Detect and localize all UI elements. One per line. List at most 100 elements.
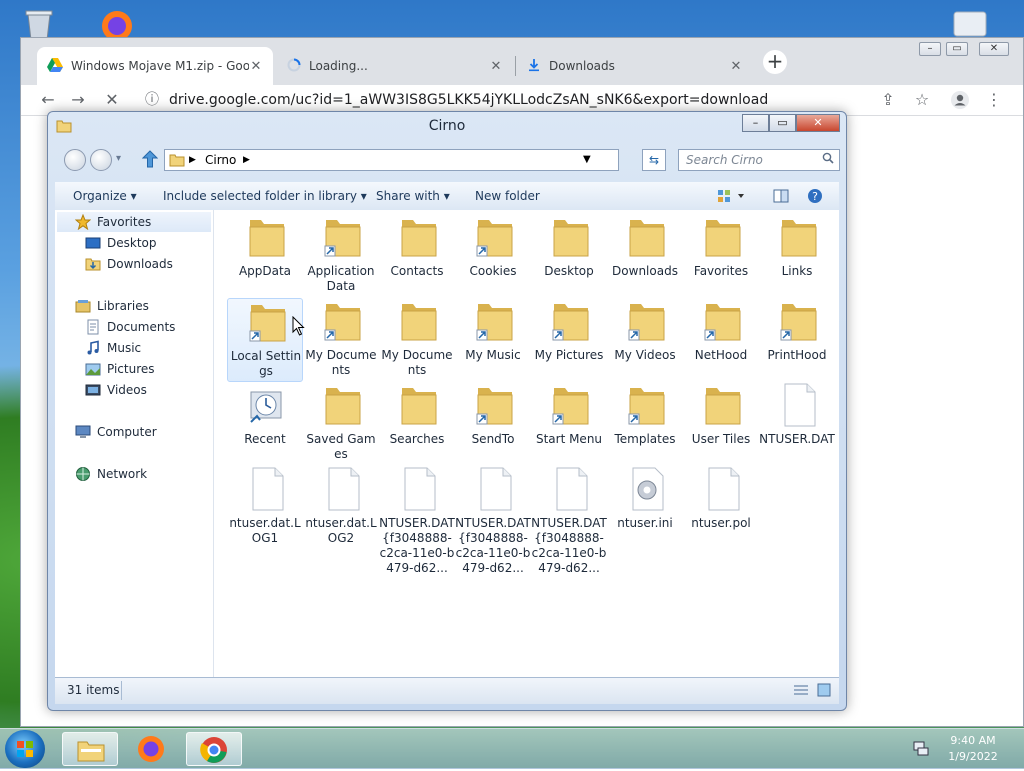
nav-label: Documents [107,320,176,334]
taskbar-firefox-button[interactable] [124,732,180,766]
file-item-label: Cookies [469,264,517,278]
nav-libraries[interactable]: Libraries [75,296,211,316]
nav-pictures[interactable]: Pictures [85,359,211,379]
file-item[interactable]: Contacts [379,214,455,298]
file-item[interactable]: User Tiles [683,382,759,466]
recent-pages-chevron-icon[interactable]: ▾ [116,153,121,164]
file-item-label: ntuser.dat.LOG1 [229,516,301,545]
file-item[interactable]: My Pictures [531,298,607,382]
share-icon[interactable]: ⇪ [877,89,899,111]
file-item[interactable]: ntuser.dat.LOG2 [303,466,379,550]
up-arrow-icon[interactable] [141,150,159,171]
nav-favorites[interactable]: Favorites [74,212,211,232]
taskbar-chrome-button[interactable] [186,732,242,766]
back-button[interactable] [64,149,86,171]
minimize-button[interactable]: – [919,42,941,56]
organize-menu[interactable]: Organize ▾ [73,182,137,210]
include-in-library-menu[interactable]: Include selected folder in library ▾ [163,182,367,210]
large-icons-view-icon[interactable] [817,683,831,700]
breadcrumb-arrow-icon[interactable]: ▶ [189,150,196,170]
nav-music[interactable]: Music [85,338,211,358]
folder-icon [399,298,439,344]
tab-close-icon[interactable]: ✕ [729,59,743,74]
file-item[interactable]: Start Menu [531,382,607,466]
nav-videos[interactable]: Videos [85,380,211,400]
file-item[interactable]: SendTo [455,382,531,466]
new-tab-button[interactable]: + [763,50,787,74]
file-item[interactable]: My Documents [303,298,379,382]
address-bar[interactable]: ▶ Cirno ▶ ▼ [164,149,619,171]
forward-button[interactable]: → [67,89,89,111]
file-item[interactable]: Saved Games [303,382,379,466]
file-item[interactable]: Downloads [607,214,683,298]
file-item[interactable]: ntuser.pol [683,466,759,550]
file-item[interactable]: Local Settings [227,298,303,382]
help-icon[interactable]: ? [807,188,823,207]
view-options-icon[interactable] [717,189,747,206]
stop-loading-button[interactable]: ✕ [101,89,123,111]
file-item[interactable]: Favorites [683,214,759,298]
breadcrumb[interactable]: Cirno [205,150,236,170]
file-item[interactable]: My Documents [379,298,455,382]
forward-button[interactable] [90,149,112,171]
file-item[interactable]: NetHood [683,298,759,382]
back-button[interactable]: ← [37,89,59,111]
refresh-button[interactable]: ⇆ [642,149,666,171]
file-item[interactable]: Desktop [531,214,607,298]
file-item[interactable]: NTUSER.DAT [759,382,835,466]
details-view-icon[interactable] [793,684,809,699]
bookmark-star-icon[interactable]: ☆ [911,89,933,111]
minimize-button[interactable]: – [742,114,769,132]
file-item[interactable]: NTUSER.DAT{f3048888-c2ca-11e0-b479-d62..… [531,466,607,575]
page-info-icon[interactable]: ⓘ [141,89,163,111]
file-item[interactable]: My Music [455,298,531,382]
file-item[interactable]: Application Data [303,214,379,298]
folder-icon [475,382,515,428]
file-item[interactable]: My Videos [607,298,683,382]
close-button[interactable]: ✕ [796,114,840,132]
maximize-button[interactable]: ▭ [769,114,796,132]
nav-network[interactable]: Network [75,464,211,484]
address-dropdown-icon[interactable]: ▼ [583,150,591,170]
search-input[interactable]: Search Cirno [678,149,840,171]
file-item[interactable]: Links [759,214,835,298]
tab-loading[interactable]: Loading... ✕ [277,47,513,85]
loading-spinner-icon [287,58,301,75]
file-item-label: NTUSER.DAT{f3048888-c2ca-11e0-b479-d62..… [379,516,455,575]
address-bar[interactable]: drive.google.com/uc?id=1_aWW3IS8G5LKK54j… [169,88,869,112]
chrome-tab-strip: Windows Mojave M1.zip - Goog ✕ Loading..… [21,38,1023,85]
nav-computer[interactable]: Computer [75,422,211,442]
file-item[interactable]: Searches [379,382,455,466]
file-item-label: PrintHood [767,348,827,362]
file-item[interactable]: Recent [227,382,303,466]
file-item[interactable]: ntuser.dat.LOG1 [227,466,303,550]
preview-pane-icon[interactable] [773,189,789,206]
file-item[interactable]: Templates [607,382,683,466]
menu-kebab-icon[interactable]: ⋮ [983,89,1005,111]
system-clock[interactable]: 9:40 AM 1/9/2022 [940,733,1006,765]
breadcrumb-arrow-icon[interactable]: ▶ [243,150,250,170]
close-button[interactable]: ✕ [979,42,1009,56]
nav-downloads[interactable]: Downloads [85,254,211,274]
file-item[interactable]: NTUSER.DAT{f3048888-c2ca-11e0-b479-d62..… [455,466,531,575]
network-tray-icon[interactable] [912,739,930,760]
desktop-shortcut-icon[interactable] [950,10,990,40]
profile-avatar-icon[interactable] [949,89,971,111]
maximize-button[interactable]: ▭ [946,42,968,56]
file-item[interactable]: PrintHood [759,298,835,382]
tab-downloads[interactable]: Downloads ✕ [517,47,753,85]
file-item[interactable]: Cookies [455,214,531,298]
start-button[interactable] [5,730,45,768]
file-item[interactable]: AppData [227,214,303,298]
taskbar-explorer-button[interactable] [62,732,118,766]
address-url: drive.google.com/uc?id=1_aWW3IS8G5LKK54j… [169,92,769,108]
tab-close-icon[interactable]: ✕ [249,59,263,74]
file-item[interactable]: ntuser.ini [607,466,683,550]
tab-close-icon[interactable]: ✕ [489,59,503,74]
share-with-menu[interactable]: Share with ▾ [376,182,450,210]
nav-documents[interactable]: Documents [85,317,211,337]
nav-desktop[interactable]: Desktop [85,233,211,253]
tab-google-drive[interactable]: Windows Mojave M1.zip - Goog ✕ [37,47,273,85]
new-folder-button[interactable]: New folder [475,182,540,210]
file-item[interactable]: NTUSER.DAT{f3048888-c2ca-11e0-b479-d62..… [379,466,455,575]
